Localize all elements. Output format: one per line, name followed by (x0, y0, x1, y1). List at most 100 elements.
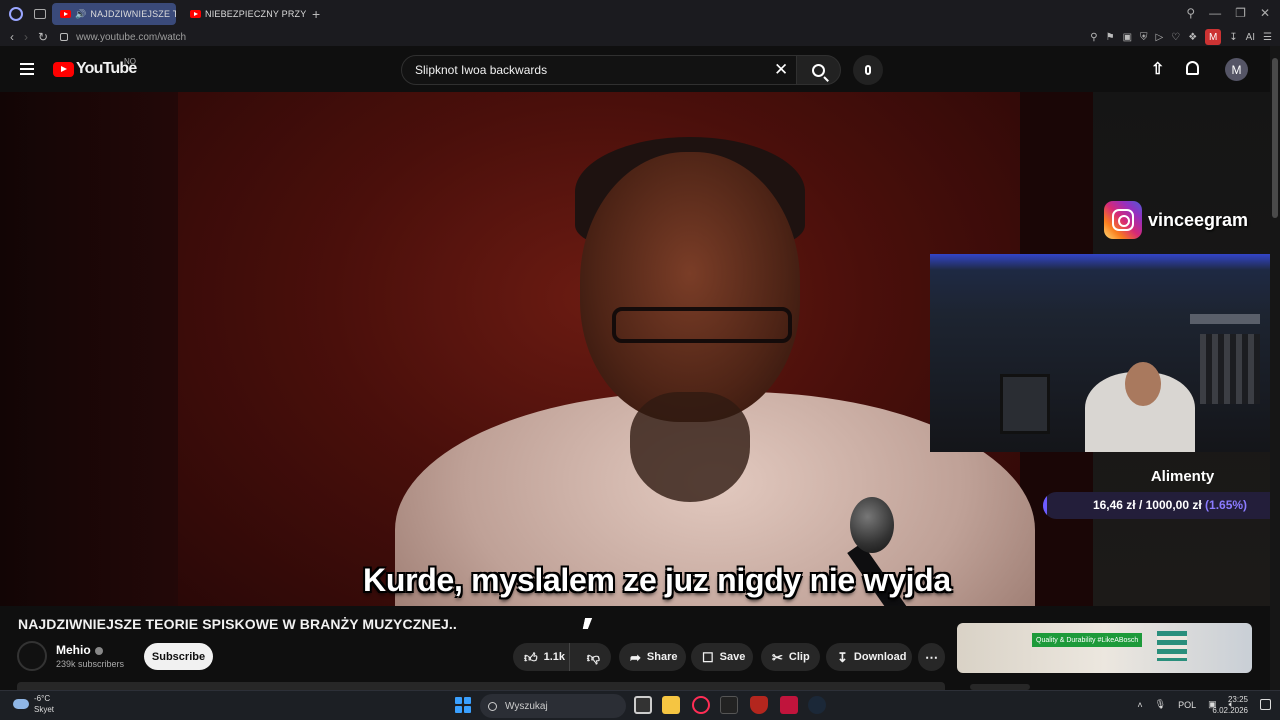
notifications-bell-icon[interactable] (1186, 61, 1199, 75)
language-indicator[interactable]: POL (1178, 700, 1196, 710)
lock-icon[interactable] (60, 33, 69, 41)
burned-in-subtitle: Kurde, myslalem ze juz nigdy nie wyjda (363, 562, 951, 598)
thumbs-down-icon: 👎︎ (586, 649, 600, 665)
weather-description[interactable]: Skyet (34, 705, 54, 714)
menu-icon[interactable]: ☰ (1263, 32, 1272, 43)
streamer-webcam (930, 254, 1270, 452)
search-tabs-icon[interactable]: ⚲ (1186, 6, 1195, 20)
windows-start-icon[interactable] (455, 697, 471, 713)
search-icon (812, 63, 825, 77)
tab-najdziwniejsze[interactable]: 🔊 NAJDZIWNIEJSZE TEC (52, 3, 176, 25)
sidebar-ad-thumbnail[interactable]: Quality & Durability #LikeABosch (957, 623, 1252, 673)
description-box-edge (17, 682, 945, 690)
play-icon[interactable]: ▷ (1156, 32, 1164, 43)
video-player[interactable]: Kurde, myslalem ze juz nigdy nie wyjda v… (0, 92, 1270, 606)
voicemeeter-icon[interactable] (780, 696, 798, 714)
save-button[interactable]: ☐ Save (691, 643, 753, 671)
youtube-header: YouTube NO Slipknot Iwoa backwards ✕ ⇧ M (0, 46, 1270, 92)
file-explorer-icon[interactable] (662, 696, 680, 714)
channel-avatar[interactable] (17, 641, 47, 671)
donation-goal-text: 16,46 zł / 1000,00 zł (1.65%) (1043, 498, 1270, 512)
chevron-up-icon[interactable]: ˄ (1137, 700, 1142, 710)
clear-search-icon[interactable]: ✕ (774, 61, 788, 78)
instagram-badge: vinceegram (1104, 201, 1248, 239)
reload-icon[interactable]: ↻ (38, 30, 48, 44)
webcam-monitor (1000, 374, 1050, 434)
forward-arrow-icon[interactable]: › (24, 30, 28, 44)
share-button[interactable]: ➦ Share (619, 643, 686, 671)
subscriber-count: 239k subscribers (56, 659, 125, 669)
url-field[interactable]: www.youtube.com/watch (76, 32, 186, 43)
scrollbar-thumb[interactable] (1272, 58, 1278, 218)
video-title: NAJDZIWNIEJSZE TEORIE SPISKOWE W BRANŻY … (18, 616, 457, 632)
like-button[interactable]: 👍︎ 1.1k (513, 643, 570, 671)
save-label: Save (719, 651, 746, 663)
webcam-guitars (1200, 334, 1260, 404)
shield-icon[interactable]: ⛨ (1140, 32, 1148, 43)
donation-goal-amount: 16,46 zł / 1000,00 zł (1092, 498, 1202, 512)
more-dots-icon: ⋯ (925, 649, 938, 665)
share-label: Share (646, 651, 678, 663)
heart-icon[interactable]: ♡ (1171, 32, 1180, 43)
notification-center-icon[interactable] (1260, 699, 1271, 710)
window-controls: ⚲ — ❐ ✕ (1186, 6, 1270, 20)
opera-gx-icon[interactable] (692, 696, 710, 714)
capcut-icon[interactable] (720, 696, 738, 714)
profile-badge[interactable]: M (1205, 29, 1222, 45)
search-query: Slipknot Iwoa backwards (415, 63, 548, 77)
speaker-icon[interactable]: 🔊 (75, 9, 86, 20)
address-bar-icons: ⚲ ⚑ ▣ ⛨ ▷ ♡ ❖ M ↧ AI ☰ (1090, 29, 1272, 45)
taskbar-search-placeholder: Wyszukaj (505, 700, 548, 712)
channel-name: Mehio (56, 643, 91, 657)
microphone-tray-icon[interactable]: 🎙︎ (1155, 699, 1166, 710)
instagram-icon (1104, 201, 1142, 239)
pin-icon[interactable]: ⚑ (1106, 32, 1115, 43)
task-view-icon[interactable] (634, 696, 652, 714)
minimize-icon[interactable]: — (1209, 6, 1221, 20)
extensions-icon[interactable]: ❖ (1188, 32, 1197, 43)
browser-tab-bar: 🔊 NAJDZIWNIEJSZE TEC NIEBEZPIECZNY PRZYP… (0, 0, 1280, 28)
aria-ai-button[interactable]: AI (1246, 32, 1255, 43)
zoom-icon[interactable]: ⚲ (1090, 32, 1097, 43)
video-person-beard (630, 392, 750, 502)
back-arrow-icon[interactable]: ‹ (10, 30, 14, 44)
dislike-button[interactable]: 👎︎ (576, 643, 611, 671)
download-button[interactable]: ↧ Download (826, 643, 912, 671)
ad-banner-text: Quality & Durability #LikeABosch (1032, 633, 1142, 647)
clip-button[interactable]: ✂ Clip (761, 643, 820, 671)
cloud-icon[interactable] (13, 699, 29, 709)
account-avatar[interactable]: M (1225, 58, 1248, 81)
opera-logo-icon[interactable] (9, 7, 23, 21)
video-left-panel (0, 92, 178, 606)
upload-icon[interactable]: ⇧ (1151, 62, 1164, 78)
voice-search-button[interactable] (853, 55, 883, 85)
video-microphone (850, 497, 894, 553)
clock-date: 6.02.2026 (1212, 706, 1248, 715)
taskbar-search[interactable]: Wyszukaj (480, 694, 626, 718)
tab-niebezpieczny[interactable]: NIEBEZPIECZNY PRZYPAD (182, 3, 306, 25)
maximize-icon[interactable]: ❐ (1235, 6, 1246, 20)
screenshot-icon[interactable]: ▣ (1123, 32, 1132, 43)
channel-name-row[interactable]: Mehio (56, 643, 103, 657)
thumbs-up-icon: 👍︎ (524, 649, 538, 665)
microphone-icon (865, 65, 871, 75)
close-icon[interactable]: ✕ (1260, 6, 1270, 20)
brave-icon[interactable] (750, 696, 768, 714)
bookmark-icon: ☐ (702, 649, 714, 665)
search-input[interactable]: Slipknot Iwoa backwards (401, 55, 797, 85)
page-scrollbar[interactable] (1270, 46, 1280, 690)
subscribe-button[interactable]: Subscribe (144, 643, 213, 670)
tab-islands-icon[interactable] (34, 9, 46, 19)
video-person-glasses (612, 307, 792, 343)
search-button[interactable] (796, 55, 841, 85)
more-actions-button[interactable]: ⋯ (918, 643, 945, 671)
weather-temperature[interactable]: -6°C (34, 694, 50, 703)
steam-icon[interactable] (808, 696, 826, 714)
youtube-favicon-icon (190, 10, 201, 18)
download-icon[interactable]: ↧ (1229, 32, 1237, 43)
taskbar-clock[interactable]: 23:25 6.02.2026 (1212, 694, 1248, 716)
clip-label: Clip (788, 651, 810, 663)
new-tab-button[interactable]: + (312, 6, 320, 22)
download-label: Download (853, 651, 907, 663)
hamburger-menu-icon[interactable] (20, 63, 34, 75)
